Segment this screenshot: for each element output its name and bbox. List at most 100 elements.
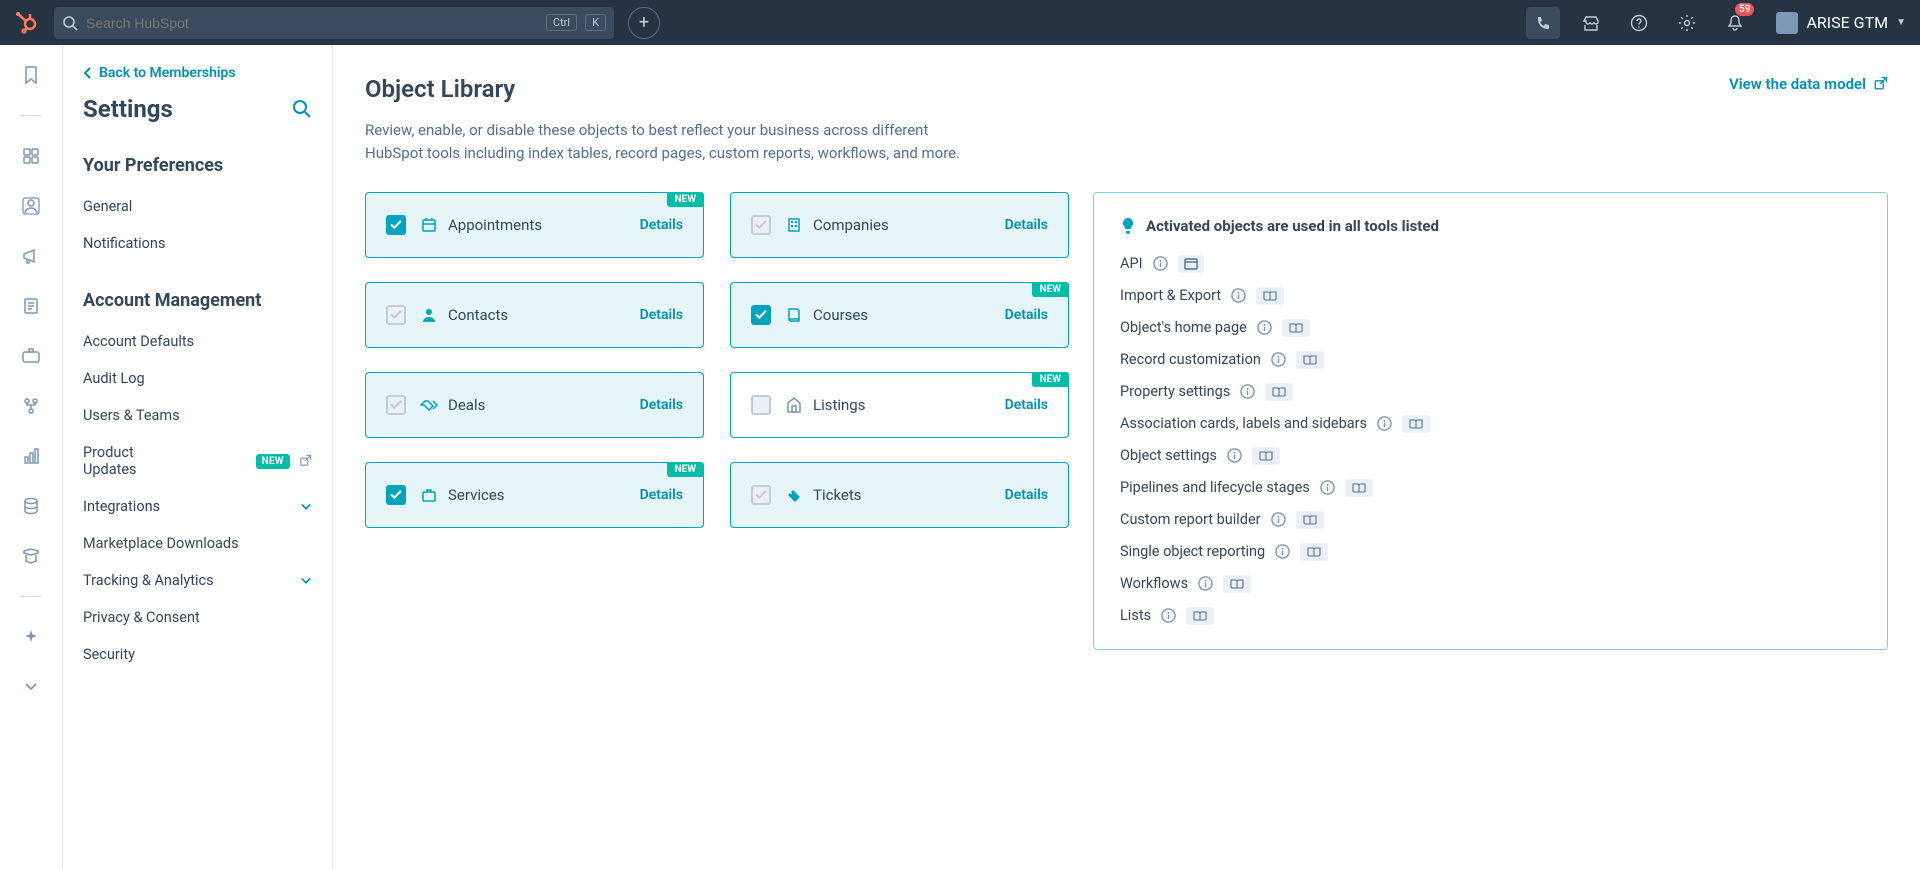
sidebar-item-integrations[interactable]: Integrations (63, 488, 332, 525)
object-card-appointments: NEW Appointments Details (365, 192, 704, 258)
info-icon[interactable] (1161, 608, 1176, 623)
shortcut-k: K (585, 14, 606, 31)
automation-icon[interactable] (19, 394, 43, 418)
checkbox-contacts[interactable] (386, 305, 406, 325)
info-row-workflows: Workflows (1120, 575, 1861, 593)
crm-icon[interactable] (19, 194, 43, 218)
docs-icon[interactable] (1296, 511, 1324, 529)
info-icon[interactable] (1320, 480, 1335, 495)
library-icon[interactable] (19, 544, 43, 568)
sidebar-item-general[interactable]: General (63, 188, 332, 225)
section-account: Account Management (63, 280, 332, 323)
docs-icon[interactable] (1345, 479, 1373, 497)
sidebar-item-users-teams[interactable]: Users & Teams (63, 397, 332, 434)
details-link[interactable]: Details (640, 397, 683, 413)
docs-icon[interactable] (1265, 383, 1293, 401)
checkbox-tickets[interactable] (751, 485, 771, 505)
details-link[interactable]: Details (1005, 397, 1048, 413)
info-icon[interactable] (1275, 544, 1290, 559)
info-icon[interactable] (1257, 320, 1272, 335)
create-button[interactable]: + (628, 7, 660, 39)
details-link[interactable]: Details (640, 217, 683, 233)
docs-icon[interactable] (1296, 351, 1324, 369)
sidebar-item-notifications[interactable]: Notifications (63, 225, 332, 262)
info-icon[interactable] (1271, 512, 1286, 527)
info-icon[interactable] (1231, 288, 1246, 303)
docs-icon[interactable] (1252, 447, 1280, 465)
chevron-down-icon (300, 502, 312, 512)
info-row-property: Property settings (1120, 383, 1861, 401)
info-row-api: API (1120, 255, 1861, 273)
details-link[interactable]: Details (1005, 487, 1048, 503)
rail-divider (20, 115, 42, 116)
docs-icon[interactable] (1186, 607, 1214, 625)
help-icon[interactable] (1622, 7, 1656, 39)
commerce-icon[interactable] (19, 344, 43, 368)
view-data-model-link[interactable]: View the data model (1729, 75, 1888, 93)
content-icon[interactable] (19, 294, 43, 318)
reporting-icon[interactable] (19, 444, 43, 468)
chevron-left-icon (83, 67, 93, 79)
checkbox-deals[interactable] (386, 395, 406, 415)
info-icon[interactable] (1377, 416, 1392, 431)
sidebar-item-tracking-analytics[interactable]: Tracking & Analytics (63, 562, 332, 599)
main-content: Object Library View the data model Revie… (333, 45, 1920, 869)
card-label: Listings (813, 396, 1005, 414)
checkbox-companies[interactable] (751, 215, 771, 235)
activated-objects-panel: Activated objects are used in all tools … (1093, 192, 1888, 650)
sidebar-item-account-defaults[interactable]: Account Defaults (63, 323, 332, 360)
deals-icon (420, 397, 438, 413)
sidebar-item-privacy-consent[interactable]: Privacy & Consent (63, 599, 332, 636)
sidebar-item-marketplace-downloads[interactable]: Marketplace Downloads (63, 525, 332, 562)
new-badge: NEW (667, 192, 704, 207)
docs-icon[interactable] (1300, 543, 1328, 561)
object-card-courses: NEW Courses Details (730, 282, 1069, 348)
checkbox-appointments[interactable] (386, 215, 406, 235)
details-link[interactable]: Details (1005, 307, 1048, 323)
info-icon[interactable] (1227, 448, 1242, 463)
settings-gear-icon[interactable] (1670, 7, 1704, 39)
marketplace-icon[interactable] (1574, 7, 1608, 39)
data-icon[interactable] (19, 494, 43, 518)
checkbox-listings[interactable] (751, 395, 771, 415)
object-card-companies: Companies Details (730, 192, 1069, 258)
docs-icon[interactable] (1256, 287, 1284, 305)
workspace-switcher[interactable]: ARISE GTM ▼ (1776, 12, 1906, 34)
object-card-listings: NEW Listings Details (730, 372, 1069, 438)
workspaces-icon[interactable] (19, 144, 43, 168)
checkbox-courses[interactable] (751, 305, 771, 325)
hubspot-logo-icon[interactable] (14, 10, 40, 36)
back-to-memberships-link[interactable]: Back to Memberships (63, 65, 332, 81)
calling-icon[interactable] (1526, 7, 1560, 39)
object-card-services: NEW Services Details (365, 462, 704, 528)
external-link-icon (298, 454, 312, 468)
new-badge: NEW (1032, 282, 1069, 297)
object-card-tickets: Tickets Details (730, 462, 1069, 528)
checkbox-services[interactable] (386, 485, 406, 505)
docs-icon[interactable] (1282, 319, 1310, 337)
sidebar-item-security[interactable]: Security (63, 636, 332, 673)
ai-sparkle-icon[interactable] (19, 625, 43, 649)
details-link[interactable]: Details (640, 307, 683, 323)
details-link[interactable]: Details (640, 487, 683, 503)
page-title: Object Library (365, 75, 515, 103)
search-input[interactable] (86, 15, 538, 31)
rail-divider (20, 596, 42, 597)
chevron-down-icon: ▼ (1896, 17, 1906, 28)
details-link[interactable]: Details (1005, 217, 1048, 233)
docs-icon[interactable] (1223, 575, 1251, 593)
docs-icon[interactable] (1402, 415, 1430, 433)
window-icon[interactable] (1178, 255, 1204, 273)
bookmark-icon[interactable] (19, 63, 43, 87)
info-icon[interactable] (1271, 352, 1286, 367)
info-icon[interactable] (1153, 256, 1168, 271)
sidebar-item-audit-log[interactable]: Audit Log (63, 360, 332, 397)
settings-search-icon[interactable] (292, 99, 312, 119)
notifications-icon[interactable]: 59 (1718, 7, 1752, 39)
chevron-down-icon[interactable] (19, 675, 43, 699)
info-icon[interactable] (1198, 576, 1213, 591)
global-search[interactable]: Ctrl K (54, 7, 614, 39)
sidebar-item-product-updates[interactable]: Product Updates NEW (63, 434, 332, 488)
info-icon[interactable] (1240, 384, 1255, 399)
marketing-icon[interactable] (19, 244, 43, 268)
